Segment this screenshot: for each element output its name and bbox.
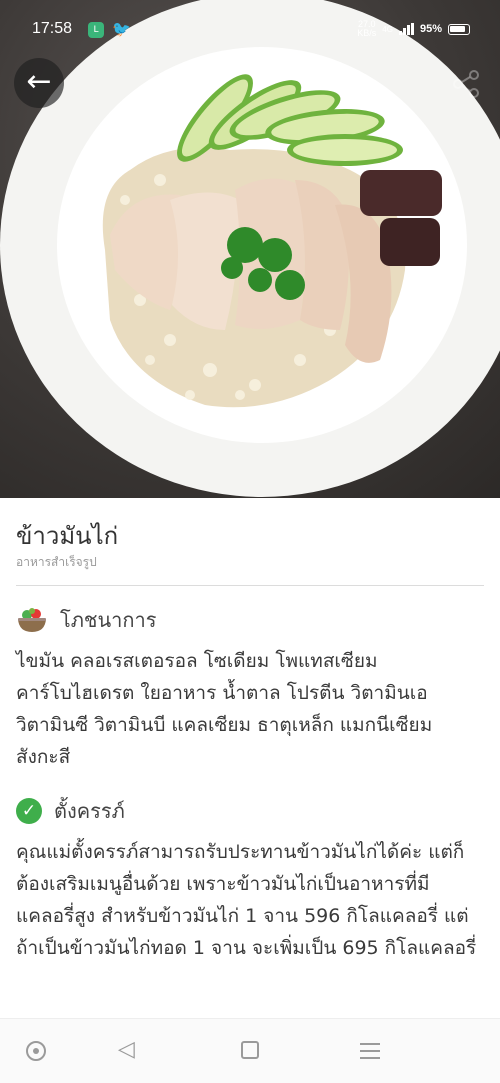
menu-icon[interactable] [360, 1043, 380, 1064]
pregnant-header: ✓ ตั้งครรภ์ [16, 795, 125, 827]
network-speed-unit: KB/s [357, 28, 377, 38]
system-nav-bar: ◁ [0, 1018, 500, 1083]
share-button[interactable] [446, 64, 486, 104]
signal-icon [398, 23, 414, 35]
pregnant-heading: ตั้งครรภ์ [54, 799, 125, 823]
status-right-cluster: 27.0 KB/s 4G 95% [357, 20, 470, 38]
status-time: 17:58 [32, 20, 73, 37]
nutrition-header: โภชนาการ [16, 604, 156, 636]
nutrition-text: ไขมัน คลอเรสเตอรอล โซเดียม โพแทสเซียม คา… [16, 650, 433, 768]
back-arrow-icon: ← [26, 64, 52, 99]
home-circle-icon[interactable] [26, 1041, 46, 1061]
status-bar: 17:58 L 🐦 27.0 KB/s 4G 95% [0, 0, 500, 60]
check-circle-icon: ✓ [16, 798, 42, 824]
divider [16, 585, 484, 586]
food-title: ข้าวมันไก่ [16, 522, 119, 550]
battery-percent: 95% [419, 23, 442, 35]
food-detail-content: ข้าวมันไก่ อาหารสำเร็จรูป โภชนาการ ไขมัน… [0, 498, 500, 1018]
network-speed: 27.0 KB/s [357, 20, 376, 38]
network-type: 4G [382, 24, 393, 34]
food-photo [0, 0, 500, 498]
food-category: อาหารสำเร็จรูป [16, 555, 97, 569]
triangle-back-icon[interactable]: ◁ [118, 1039, 135, 1061]
battery-icon [448, 23, 470, 35]
nutrition-heading: โภชนาการ [60, 608, 157, 632]
back-button[interactable]: ← [14, 58, 64, 108]
square-recents-icon[interactable] [241, 1041, 259, 1059]
share-icon [453, 70, 479, 98]
pregnant-text: คุณแม่ตั้งครรภ์สามารถรับประทานข้าวมันไก่… [16, 841, 477, 959]
line-app-icon: L [88, 22, 104, 38]
chicken-rice-illustration [0, 0, 500, 497]
twitter-icon: 🐦 [112, 20, 131, 38]
salad-bowl-icon [18, 608, 46, 632]
